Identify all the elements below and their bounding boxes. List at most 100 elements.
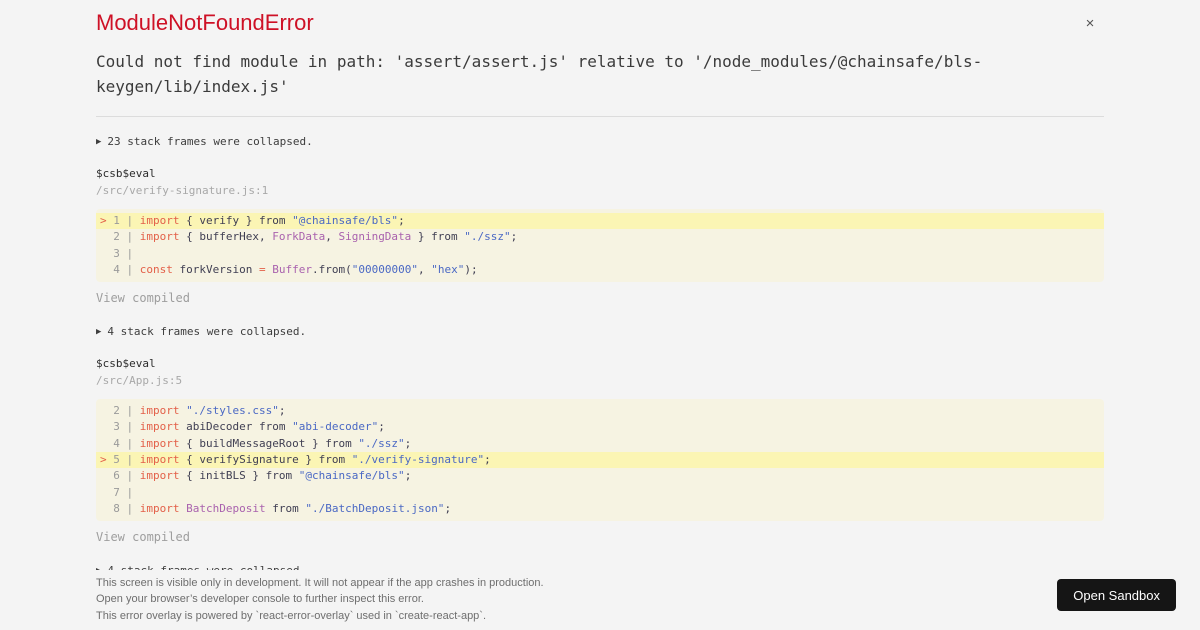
line-number: 1 | <box>106 214 140 227</box>
code-line: 6 | import { initBLS } from "@chainsafe/… <box>96 468 1104 484</box>
code-token: "abi-decoder" <box>292 420 379 434</box>
code-token: "hex" <box>431 262 465 276</box>
code-frame: 2 | import "./styles.css"; 3 | import ab… <box>96 399 1104 522</box>
line-number: 2 | <box>106 404 140 418</box>
code-token: forkVersion <box>172 262 259 276</box>
code-token: { verifySignature } from <box>179 453 352 467</box>
code-token: .from( <box>311 262 352 276</box>
open-sandbox-button[interactable]: Open Sandbox <box>1057 579 1176 611</box>
code-token: "./ssz" <box>464 230 511 244</box>
code-token: ; <box>444 501 452 515</box>
line-number: 4 | <box>106 262 140 276</box>
code-token: ; <box>278 404 286 418</box>
marked-line-indicator: > <box>100 214 107 227</box>
line-number: 2 | <box>106 230 140 244</box>
footer: This screen is visible only in developme… <box>0 570 1200 630</box>
code-token: import <box>139 453 180 467</box>
line-number: 5 | <box>106 453 140 467</box>
collapsed-frames-toggle[interactable]: ▶ 4 stack frames were collapsed. <box>96 325 1104 339</box>
code-token: from <box>265 501 306 515</box>
collapsed-frames-label: 4 stack frames were collapsed. <box>107 325 307 339</box>
code-token: ForkData <box>272 230 326 244</box>
code-frame: > 1 | import { verify } from "@chainsafe… <box>96 209 1104 283</box>
code-token: const <box>139 262 173 276</box>
code-token: ; <box>404 469 412 483</box>
collapsed-frames-toggle[interactable]: ▶ 23 stack frames were collapsed. <box>96 135 1104 149</box>
view-compiled-link[interactable]: View compiled <box>96 292 1104 305</box>
code-token: { buildMessageRoot } from <box>179 436 359 450</box>
code-token: { verify } from <box>179 214 293 227</box>
marked-line-indicator <box>100 486 107 499</box>
marked-line-indicator <box>100 420 107 433</box>
code-line: > 5 | import { verifySignature } from ".… <box>96 452 1104 469</box>
line-number: 7 | <box>106 485 140 499</box>
frame-function: $csb$eval <box>96 167 156 180</box>
code-token: BatchDeposit <box>186 501 266 515</box>
code-line: 2 | import "./styles.css"; <box>96 403 1104 419</box>
code-token: "./ssz" <box>358 436 405 450</box>
code-line: 2 | import { bufferHex, ForkData, Signin… <box>96 229 1104 245</box>
code-token: "./styles.css" <box>186 404 279 418</box>
marked-line-indicator <box>100 469 107 482</box>
code-token: ; <box>484 453 491 467</box>
marked-line-indicator <box>100 404 107 417</box>
code-token: ; <box>510 230 518 244</box>
code-line: > 1 | import { verify } from "@chainsafe… <box>96 213 1104 230</box>
marked-line-indicator <box>100 247 107 260</box>
code-token: ; <box>404 436 412 450</box>
code-line: 7 | <box>96 485 1104 501</box>
code-line: 4 | import { buildMessageRoot } from "./… <box>96 436 1104 452</box>
line-number: 3 | <box>106 246 140 260</box>
code-token: import <box>139 420 180 434</box>
footer-notes: This screen is visible only in developme… <box>0 570 1200 624</box>
code-token: "./verify-signature" <box>351 453 485 467</box>
code-token: import <box>139 214 180 227</box>
code-token: import <box>139 230 180 244</box>
marked-line-indicator <box>100 437 107 450</box>
code-token: ); <box>464 262 478 276</box>
stack-trace: ▶ 23 stack frames were collapsed. $csb$eva… <box>96 117 1104 578</box>
code-token: import <box>139 501 180 515</box>
marked-line-indicator <box>100 263 107 276</box>
view-compiled-link[interactable]: View compiled <box>96 531 1104 544</box>
code-token: Buffer <box>272 262 312 276</box>
collapsed-frames-label: 23 stack frames were collapsed. <box>107 135 313 148</box>
frame-function: $csb$eval <box>96 357 156 371</box>
stack-frame: $csb$eval/src/App.js:5 2 | import "./sty… <box>96 357 1104 544</box>
line-number: 8 | <box>106 501 140 515</box>
code-token: { bufferHex, <box>179 230 273 244</box>
code-token: = <box>258 262 266 276</box>
code-line: 3 | <box>96 246 1104 262</box>
code-token: } from <box>411 230 465 244</box>
code-token: "@chainsafe/bls" <box>298 469 405 483</box>
code-token: abiDecoder from <box>179 420 293 434</box>
footer-note: Open your browser’s developer console to… <box>96 593 424 606</box>
marked-line-indicator: > <box>100 453 107 467</box>
code-token: "./BatchDeposit.json" <box>305 501 445 515</box>
code-line: 3 | import abiDecoder from "abi-decoder"… <box>96 419 1104 435</box>
frame-file-link[interactable]: /src/App.js:5 <box>96 374 1104 387</box>
line-number: 6 | <box>106 469 140 483</box>
code-token: ; <box>398 214 405 227</box>
frame-file-link[interactable]: /src/verify-signature.js:1 <box>96 184 1104 197</box>
stack-frame: $csb$eval/src/verify-signature.js:1 > 1 |… <box>96 167 1104 305</box>
code-line: 4 | const forkVersion = Buffer.from("000… <box>96 262 1104 278</box>
code-line: 8 | import BatchDeposit from "./BatchDep… <box>96 501 1104 517</box>
code-token: , <box>417 262 432 276</box>
code-token: , <box>325 230 339 244</box>
line-number: 4 | <box>106 436 140 450</box>
footer-note: This screen is visible only in developme… <box>96 577 544 589</box>
code-token: import <box>139 404 180 418</box>
code-token: SigningData <box>338 230 412 244</box>
error-message: Could not find module in path: 'assert/a… <box>96 52 983 96</box>
triangle-icon: ▶ <box>96 327 102 338</box>
code-token: ; <box>378 420 385 434</box>
error-title: ModuleNotFoundError <box>96 10 314 35</box>
line-number: 3 | <box>106 420 140 434</box>
footer-note: This error overlay is powered by `react-… <box>96 609 487 622</box>
code-token: "00000000" <box>351 262 418 276</box>
code-token: "@chainsafe/bls" <box>292 214 399 227</box>
close-icon[interactable]: × <box>1078 12 1102 36</box>
code-token: import <box>139 469 180 483</box>
code-token: import <box>139 436 180 450</box>
